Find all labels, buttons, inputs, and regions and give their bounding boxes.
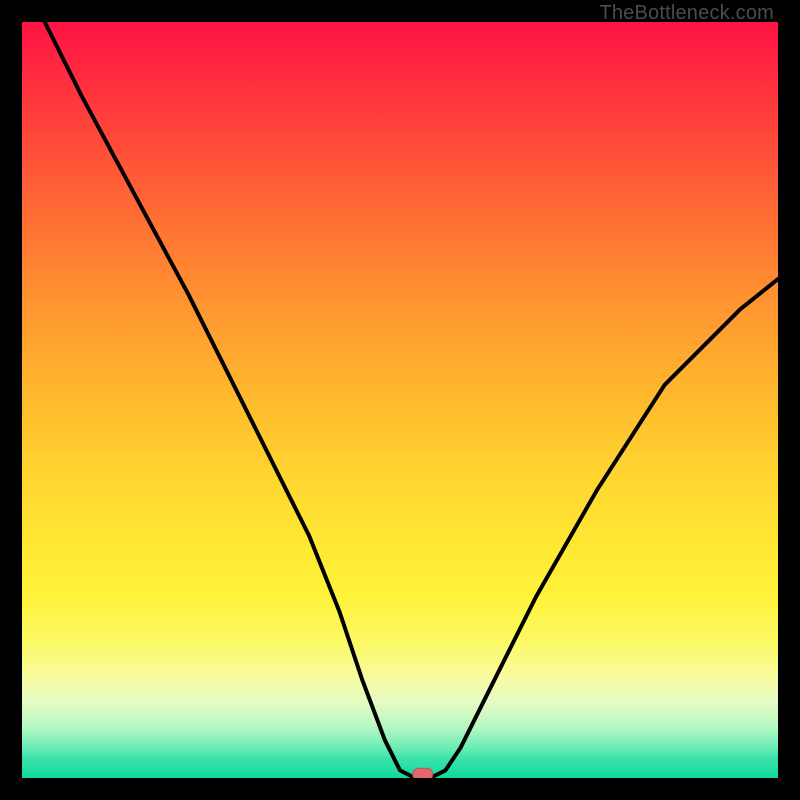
chart-frame: TheBottleneck.com <box>0 0 800 800</box>
bottleneck-curve-path <box>45 22 778 778</box>
curve-layer <box>22 22 778 778</box>
plot-area <box>22 22 778 778</box>
optimum-marker <box>413 768 433 778</box>
